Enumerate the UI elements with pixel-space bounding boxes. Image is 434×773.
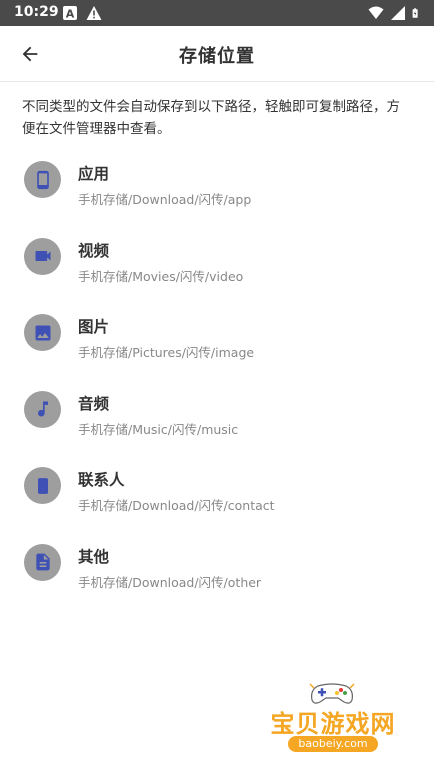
storage-item-name: 音频 [78,394,110,413]
storage-list: 应用 手机存储/Download/闪传/app 视频 手机存储/Movies/闪… [0,152,434,611]
watermark-logo: 宝贝游戏网 baobeiy.com [258,680,408,770]
storage-item-path: 手机存储/Download/闪传/contact [78,498,275,513]
image-icon [35,325,50,340]
storage-item-app[interactable]: 应用 手机存储/Download/闪传/app [0,152,434,229]
storage-item-name: 图片 [78,318,110,336]
storage-item-path: 手机存储/Music/闪传/music [78,421,239,437]
warning-icon [86,6,102,20]
storage-item-video[interactable]: 视频 手机存储/Movies/闪传/video [0,229,434,306]
signal-icon [391,6,405,20]
videocam-icon [35,251,50,261]
storage-item-music[interactable]: 音频 手机存储/Music/闪传/music [0,382,434,459]
storage-item-name: 其他 [78,547,110,566]
gamepad-icon [309,683,355,704]
watermark-title: 宝贝游戏网 [270,710,396,738]
description-text: 不同类型的文件会自动保存到以下路径，轻触即可复制路径，方便在文件管理器中查看。 [22,99,400,137]
item-icon-circle [24,543,61,581]
watermark-url: baobeiy.com [288,736,378,752]
item-icon-circle [24,467,61,504]
storage-item-path: 手机存储/Pictures/闪传/image [78,345,255,360]
status-bar: 10:29 A [0,0,434,26]
storage-item-name: 视频 [78,241,110,260]
storage-item-name: 联系人 [78,471,125,489]
battery-icon [412,8,418,18]
storage-item-path: 手机存储/Download/闪传/app [78,192,252,207]
status-left-icons: A [62,5,102,21]
contact-card-icon [37,477,48,494]
item-icon-circle [24,161,61,198]
item-icon-circle [24,390,61,428]
music-note-icon [37,401,48,417]
item-icon-circle [24,237,61,275]
storage-item-contact[interactable]: 联系人 手机存储/Download/闪传/contact [0,458,434,535]
svg-text:A: A [66,8,75,21]
storage-item-path: 手机存储/Download/闪传/other [78,574,262,590]
status-time: 10:29 [14,4,59,20]
storage-item-image[interactable]: 图片 手机存储/Pictures/闪传/image [0,305,434,382]
wifi-icon [368,6,384,19]
app-bar: 存储位置 [0,26,434,82]
phone-icon [36,170,49,189]
a-icon: A [63,6,77,21]
storage-item-other[interactable]: 其他 手机存储/Download/闪传/other [0,535,434,612]
storage-item-path: 手机存储/Movies/闪传/video [78,268,244,284]
item-icon-circle [24,314,61,351]
storage-item-name: 应用 [78,165,110,183]
status-right-icons [368,5,422,21]
page-title: 存储位置 [179,46,255,67]
file-icon [35,553,50,571]
